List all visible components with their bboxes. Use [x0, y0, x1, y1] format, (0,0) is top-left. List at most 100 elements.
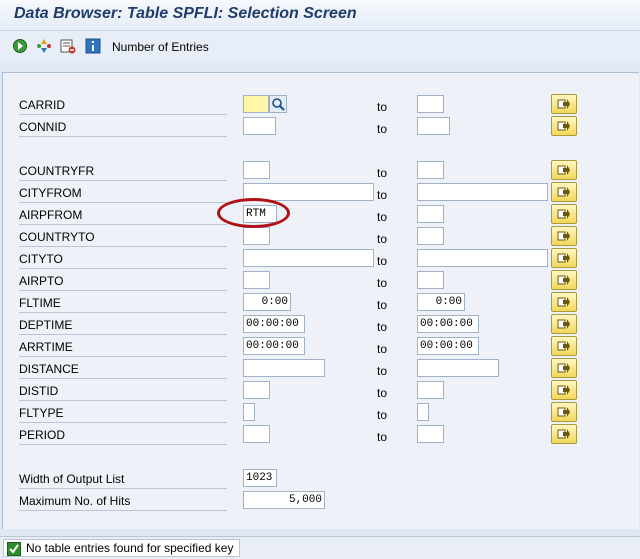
- status-message-box[interactable]: No table entries found for specified key: [3, 539, 241, 557]
- arrow-right-icon: [557, 429, 570, 439]
- field-label: DEPTIME: [19, 318, 227, 335]
- distance-high-input[interactable]: [417, 359, 499, 377]
- fltime-high-input[interactable]: 0:00: [417, 293, 465, 311]
- arrow-right-icon: [557, 165, 570, 175]
- connid-high-input[interactable]: [417, 117, 450, 135]
- arrtime-low-input[interactable]: 00:00:00: [243, 337, 305, 355]
- carrid-low-input[interactable]: [243, 95, 269, 113]
- info-icon[interactable]: [85, 38, 101, 54]
- airpfrom-low-input[interactable]: RTM: [243, 205, 277, 223]
- to-label: to: [377, 232, 388, 246]
- arrow-right-icon: [557, 297, 570, 307]
- multiple-selection-button[interactable]: [551, 204, 577, 224]
- to-label: to: [377, 210, 388, 224]
- multiple-selection-button[interactable]: [551, 314, 577, 334]
- cityfrom-high-input[interactable]: [417, 183, 548, 201]
- period-low-input[interactable]: [243, 425, 270, 443]
- multiple-selection-button[interactable]: [551, 160, 577, 180]
- countryfr-high-input[interactable]: [417, 161, 444, 179]
- field-row-fltime: FLTIME 0:00 to 0:00: [3, 292, 639, 313]
- connid-low-input[interactable]: [243, 117, 276, 135]
- selection-options-icon[interactable]: [36, 38, 52, 54]
- to-label: to: [377, 188, 388, 202]
- number-of-entries-button[interactable]: Number of Entries: [112, 40, 209, 54]
- carrid-high-input[interactable]: [417, 95, 444, 113]
- arrtime-high-input[interactable]: 00:00:00: [417, 337, 479, 355]
- fltime-low-input[interactable]: 0:00: [243, 293, 291, 311]
- max-hits-row: Maximum No. of Hits 5,000: [3, 491, 639, 511]
- field-label: COUNTRYFR: [19, 164, 227, 181]
- to-label: to: [377, 320, 388, 334]
- cityto-low-input[interactable]: [243, 249, 374, 267]
- distid-high-input[interactable]: [417, 381, 444, 399]
- field-label: FLTYPE: [19, 406, 227, 423]
- airpfrom-high-input[interactable]: [417, 205, 444, 223]
- field-label: PERIOD: [19, 428, 227, 445]
- fltype-low-input[interactable]: [243, 403, 255, 421]
- arrow-right-icon: [557, 253, 570, 263]
- multiple-selection-button[interactable]: [551, 226, 577, 246]
- output-width-input[interactable]: 1023: [243, 469, 277, 487]
- arrow-right-icon: [557, 209, 570, 219]
- countryto-high-input[interactable]: [417, 227, 444, 245]
- field-label: AIRPTO: [19, 274, 227, 291]
- to-label: to: [377, 100, 388, 114]
- multiple-selection-button[interactable]: [551, 94, 577, 114]
- multiple-selection-button[interactable]: [551, 182, 577, 202]
- field-label: COUNTRYTO: [19, 230, 227, 247]
- search-icon: [272, 98, 285, 111]
- multiple-selection-button[interactable]: [551, 358, 577, 378]
- arrow-right-icon: [557, 319, 570, 329]
- cityfrom-low-input[interactable]: [243, 183, 374, 201]
- distid-low-input[interactable]: [243, 381, 270, 399]
- field-label: FLTIME: [19, 296, 227, 313]
- output-width-label: Width of Output List: [19, 472, 227, 489]
- output-width-row: Width of Output List 1023: [3, 469, 639, 489]
- multiple-selection-button[interactable]: [551, 270, 577, 290]
- application-toolbar: Number of Entries: [0, 31, 640, 63]
- to-label: to: [377, 408, 388, 422]
- countryfr-low-input[interactable]: [243, 161, 270, 179]
- field-row-connid: CONNID to: [3, 116, 639, 137]
- field-label: ARRTIME: [19, 340, 227, 357]
- multiple-selection-button[interactable]: [551, 336, 577, 356]
- to-label: to: [377, 298, 388, 312]
- to-label: to: [377, 254, 388, 268]
- field-row-cityto: CITYTO to: [3, 248, 639, 269]
- field-row-distance: DISTANCE to: [3, 358, 639, 379]
- field-row-period: PERIOD to: [3, 424, 639, 445]
- arrow-right-icon: [557, 231, 570, 241]
- value-help-button[interactable]: [269, 95, 287, 113]
- status-bar: No table entries found for specified key: [0, 536, 640, 559]
- multiple-selection-button[interactable]: [551, 380, 577, 400]
- airpto-low-input[interactable]: [243, 271, 270, 289]
- field-row-cityfrom: CITYFROM to: [3, 182, 639, 203]
- status-message: No table entries found for specified key: [26, 541, 234, 555]
- distance-low-input[interactable]: [243, 359, 325, 377]
- field-row-deptime: DEPTIME 00:00:00 to 00:00:00: [3, 314, 639, 335]
- field-row-countryfr: COUNTRYFR to: [3, 160, 639, 181]
- period-high-input[interactable]: [417, 425, 444, 443]
- multiple-selection-button[interactable]: [551, 292, 577, 312]
- arrow-right-icon: [557, 363, 570, 373]
- arrow-right-icon: [557, 121, 570, 131]
- cityto-high-input[interactable]: [417, 249, 548, 267]
- to-label: to: [377, 342, 388, 356]
- airpto-high-input[interactable]: [417, 271, 444, 289]
- field-label: CITYTO: [19, 252, 227, 269]
- multiple-selection-button[interactable]: [551, 424, 577, 444]
- multiple-selection-button[interactable]: [551, 248, 577, 268]
- field-row-airpto: AIRPTO to: [3, 270, 639, 291]
- multiple-selection-button[interactable]: [551, 116, 577, 136]
- max-hits-input[interactable]: 5,000: [243, 491, 325, 509]
- max-hits-label: Maximum No. of Hits: [19, 494, 227, 511]
- deptime-low-input[interactable]: 00:00:00: [243, 315, 305, 333]
- countryto-low-input[interactable]: [243, 227, 270, 245]
- fltype-high-input[interactable]: [417, 403, 429, 421]
- multiple-selection-button[interactable]: [551, 402, 577, 422]
- field-label: CARRID: [19, 98, 227, 115]
- arrow-right-icon: [557, 407, 570, 417]
- deptime-high-input[interactable]: 00:00:00: [417, 315, 479, 333]
- delete-selection-icon[interactable]: [60, 38, 76, 54]
- execute-icon[interactable]: [12, 38, 28, 54]
